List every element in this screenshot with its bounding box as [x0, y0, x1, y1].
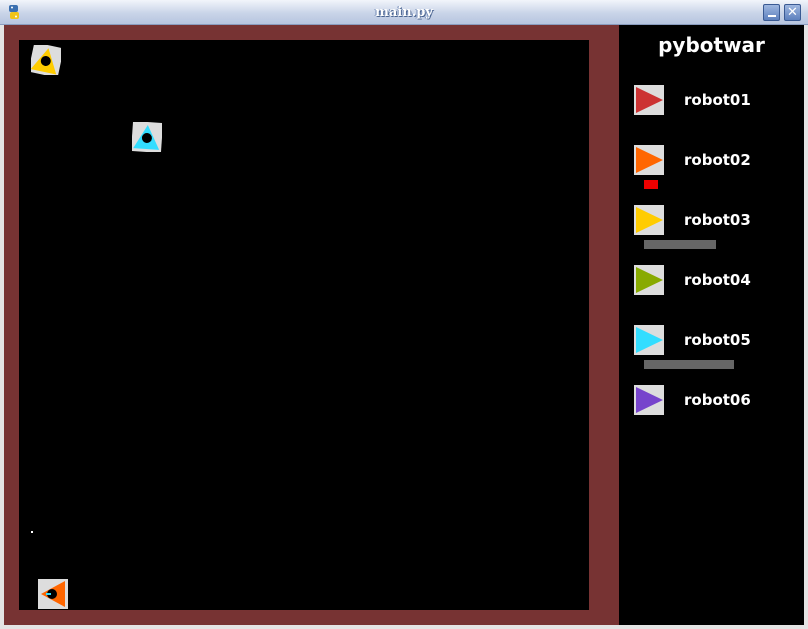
window-titlebar[interactable]: main.py ✕: [0, 0, 808, 25]
robot03-badge-icon: [634, 205, 664, 235]
robot02-label: robot02: [684, 151, 751, 169]
robot01-label: robot01: [684, 91, 751, 109]
robot05-label: robot05: [684, 331, 751, 349]
game-canvas: pybotwar robot01 robot02 robot03 robot04…: [4, 25, 804, 625]
bullet: [31, 531, 33, 533]
minimize-icon: [768, 15, 776, 17]
sidebar: pybotwar robot01 robot02 robot03 robot04…: [619, 25, 804, 625]
robot05-sprite: [132, 122, 162, 152]
arena-wall: [4, 25, 619, 625]
robot04-badge-icon: [634, 265, 664, 295]
arena: [19, 40, 589, 610]
window-title: main.py: [375, 5, 433, 20]
robot03-sprite: [31, 45, 61, 75]
robot-row-03: robot03: [619, 205, 804, 265]
minimize-button[interactable]: [763, 4, 780, 21]
robot01-badge-icon: [634, 85, 664, 115]
close-button[interactable]: ✕: [784, 4, 801, 21]
robot03-label: robot03: [684, 211, 751, 229]
robot05-badge-icon: [634, 325, 664, 355]
robot-row-04: robot04: [619, 265, 804, 325]
robot02-sprite: [38, 579, 68, 609]
close-icon: ✕: [787, 5, 798, 20]
robot02-health-bar: [644, 180, 658, 189]
robot-row-01: robot01: [619, 85, 804, 145]
robot-row-06: robot06: [619, 385, 804, 445]
robot06-label: robot06: [684, 391, 751, 409]
robot06-badge-icon: [634, 385, 664, 415]
robot04-label: robot04: [684, 271, 751, 289]
robot-row-02: robot02: [619, 145, 804, 205]
robot05-health-bar: [644, 360, 734, 369]
robot02-badge-icon: [634, 145, 664, 175]
robot-row-05: robot05: [619, 325, 804, 385]
robot03-health-bar: [644, 240, 716, 249]
game-title: pybotwar: [658, 33, 765, 57]
